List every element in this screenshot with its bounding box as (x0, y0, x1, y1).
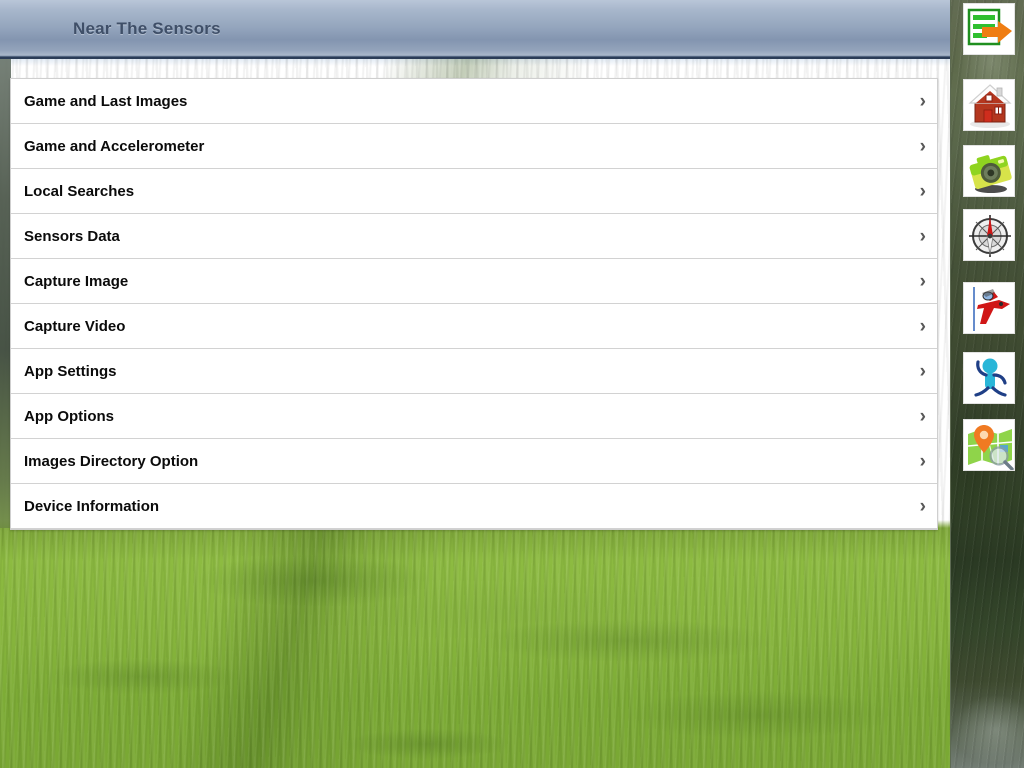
chevron-right-icon: › (919, 496, 926, 517)
menu-row-app-options[interactable]: App Options › (11, 394, 937, 439)
person-motion-icon[interactable] (963, 352, 1015, 404)
chevron-right-icon: › (919, 361, 926, 382)
menu-row-game-and-last-images[interactable]: Game and Last Images › (11, 79, 937, 124)
map-search-icon[interactable] (963, 419, 1015, 471)
menu-row-label: Sensors Data (24, 228, 120, 245)
menu-row-label: App Settings (24, 363, 117, 380)
menu-row-capture-image[interactable]: Capture Image › (11, 259, 937, 304)
menu-row-label: Images Directory Option (24, 453, 199, 470)
compass-icon[interactable] (963, 209, 1015, 261)
chevron-right-icon: › (919, 136, 926, 157)
list-scrollbar[interactable] (934, 79, 937, 529)
menu-row-local-searches[interactable]: Local Searches › (11, 169, 937, 214)
menu-row-images-directory-option[interactable]: Images Directory Option › (11, 439, 937, 484)
menu-row-app-settings[interactable]: App Settings › (11, 349, 937, 394)
chevron-right-icon: › (919, 406, 926, 427)
chevron-right-icon: › (919, 271, 926, 292)
menu-row-label: Capture Image (24, 273, 129, 290)
menu-row-capture-video[interactable]: Capture Video › (11, 304, 937, 349)
chevron-right-icon: › (919, 451, 926, 472)
menu-row-label: Local Searches (24, 183, 135, 200)
chevron-right-icon: › (919, 181, 926, 202)
airplane-icon[interactable] (963, 282, 1015, 334)
menu-row-label: Game and Accelerometer (24, 138, 205, 155)
menu-row-label: Capture Video (24, 318, 126, 335)
app-title: Near The Sensors (73, 19, 221, 38)
app-root: Near The Sensors Game and Last Images › Ga… (0, 0, 1024, 768)
menu-row-sensors-data[interactable]: Sensors Data › (11, 214, 937, 259)
right-icon-sidebar (950, 0, 1024, 768)
menu-row-label: Game and Last Images (24, 93, 188, 110)
camera-icon[interactable] (963, 145, 1015, 197)
chevron-right-icon: › (919, 226, 926, 247)
menu-row-device-information[interactable]: Device Information › (11, 484, 937, 529)
home-house-icon[interactable] (963, 79, 1015, 131)
main-menu-list: Game and Last Images › Game and Accelerome… (10, 78, 938, 530)
menu-row-game-and-accelerometer[interactable]: Game and Accelerometer › (11, 124, 937, 169)
menu-row-label: App Options (24, 408, 114, 425)
chevron-right-icon: › (919, 316, 926, 337)
chevron-right-icon: › (919, 91, 926, 112)
back-exit-icon[interactable] (963, 3, 1015, 55)
menu-row-label: Device Information (24, 498, 160, 515)
title-bar: Near The Sensors (0, 0, 950, 59)
